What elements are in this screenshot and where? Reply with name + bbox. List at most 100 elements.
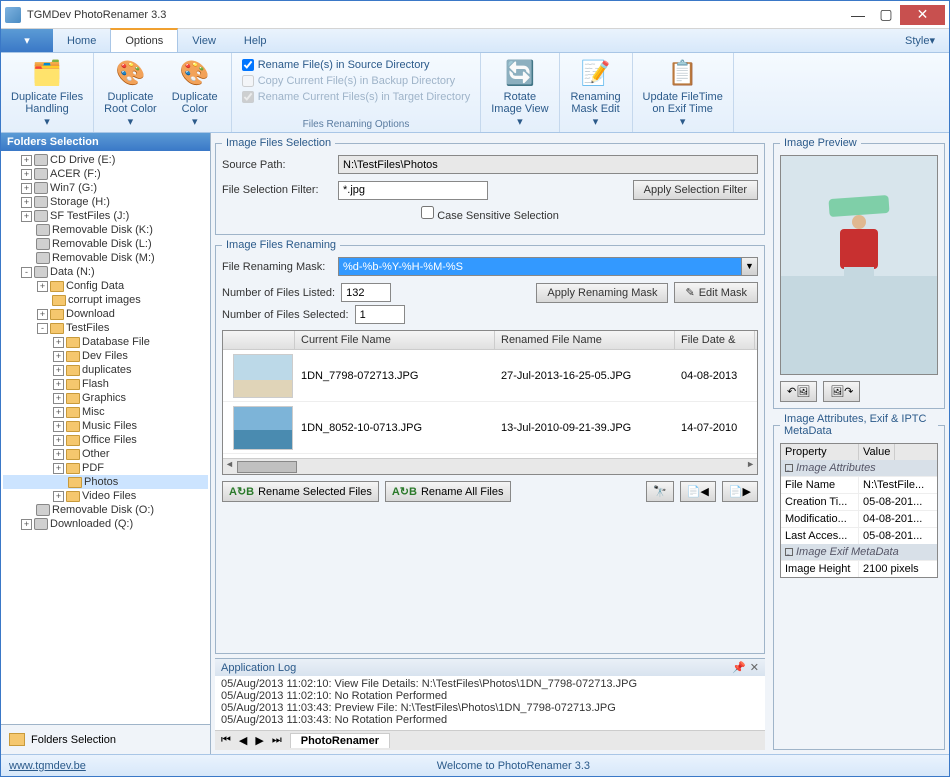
expand-icon[interactable]: + <box>53 393 64 404</box>
tree-node[interactable]: +Other <box>3 447 208 461</box>
tree-node[interactable]: -Data (N:) <box>3 265 208 279</box>
case-sensitive-checkbox[interactable]: Case Sensitive Selection <box>421 206 559 222</box>
source-path-input[interactable] <box>338 155 758 174</box>
tree-node[interactable]: +Database File <box>3 335 208 349</box>
tree-node[interactable]: corrupt images <box>3 293 208 307</box>
close-button[interactable]: ✕ <box>900 5 945 25</box>
tree-node[interactable]: +CD Drive (E:) <box>3 153 208 167</box>
folder-tree[interactable]: +CD Drive (E:)+ACER (F:)+Win7 (G:)+Stora… <box>1 151 210 724</box>
col-renamed-filename[interactable]: Renamed File Name <box>495 331 675 349</box>
expand-icon[interactable]: + <box>53 365 64 376</box>
log-next-button[interactable]: ▶ <box>255 734 263 747</box>
property-grid[interactable]: Property Value -Image Attributes File Na… <box>780 443 938 578</box>
tab-help[interactable]: Help <box>230 29 281 52</box>
tree-node[interactable]: +Downloaded (Q:) <box>3 517 208 531</box>
expand-icon[interactable]: + <box>53 421 64 432</box>
log-first-button[interactable]: ⏮ <box>221 734 231 747</box>
copy-backup-checkbox[interactable]: Copy Current File(s) in Backup Directory <box>242 75 471 87</box>
folders-selection-footer[interactable]: Folders Selection <box>1 724 210 754</box>
tab-home[interactable]: Home <box>53 29 110 52</box>
apply-renaming-mask-button[interactable]: Apply Renaming Mask <box>536 283 668 303</box>
expand-icon[interactable]: + <box>37 281 48 292</box>
tree-node[interactable]: +SF TestFiles (J:) <box>3 209 208 223</box>
log-tab[interactable]: PhotoRenamer <box>290 733 390 748</box>
property-row[interactable]: Image Height2100 pixels <box>781 560 937 577</box>
tree-node[interactable]: +ACER (F:) <box>3 167 208 181</box>
file-filter-input[interactable] <box>338 181 488 200</box>
style-dropdown[interactable]: Style ▾ <box>891 29 949 52</box>
renaming-mask-input[interactable] <box>338 257 742 276</box>
tree-node[interactable]: +Config Data <box>3 279 208 293</box>
tree-node[interactable]: +Office Files <box>3 433 208 447</box>
tree-node[interactable]: +Win7 (G:) <box>3 181 208 195</box>
tree-node[interactable]: -TestFiles <box>3 321 208 335</box>
expand-icon[interactable]: + <box>53 407 64 418</box>
file-list-grid[interactable]: Current File Name Renamed File Name File… <box>222 330 758 475</box>
expand-icon[interactable]: - <box>21 267 32 278</box>
expand-icon[interactable]: + <box>53 435 64 446</box>
duplicate-files-handling-button[interactable]: 🗂️ Duplicate Files Handling▾ <box>7 55 87 130</box>
tree-node[interactable]: +Dev Files <box>3 349 208 363</box>
expand-icon[interactable]: + <box>53 379 64 390</box>
file-row[interactable]: 1DN_8052-10-0713.JPG 13-Jul-2010-09-21-3… <box>223 402 757 454</box>
close-log-icon[interactable]: ✕ <box>750 661 759 674</box>
tree-node[interactable]: +Flash <box>3 377 208 391</box>
update-filetime-button[interactable]: 📋 Update FileTime on Exif Time▾ <box>639 55 727 130</box>
tree-node[interactable]: +Misc <box>3 405 208 419</box>
duplicate-color-button[interactable]: 🎨 Duplicate Color▾ <box>165 55 225 130</box>
expand-icon[interactable]: - <box>37 323 48 334</box>
log-text[interactable]: 05/Aug/2013 11:02:10: View File Details:… <box>215 676 765 730</box>
rename-in-source-checkbox[interactable]: Rename File(s) in Source Directory <box>242 59 471 71</box>
edit-mask-button[interactable]: ✎Edit Mask <box>674 282 758 303</box>
log-prev-button[interactable]: ◀ <box>239 734 247 747</box>
tree-node[interactable]: +Music Files <box>3 419 208 433</box>
expand-icon[interactable]: + <box>21 519 32 530</box>
tree-node[interactable]: +PDF <box>3 461 208 475</box>
col-current-filename[interactable]: Current File Name <box>295 331 495 349</box>
tree-node[interactable]: +Video Files <box>3 489 208 503</box>
tab-view[interactable]: View <box>178 29 230 52</box>
prop-category[interactable]: -Image Exif MetaData <box>781 544 937 560</box>
rotate-right-button[interactable]: 🖼↷ <box>823 381 860 402</box>
rotate-left-button[interactable]: ↶🖼 <box>780 381 817 402</box>
expand-icon[interactable]: + <box>21 197 32 208</box>
maximize-button[interactable]: ▢ <box>872 5 900 25</box>
tree-node[interactable]: Removable Disk (K:) <box>3 223 208 237</box>
expand-icon[interactable]: + <box>21 211 32 222</box>
rename-target-checkbox[interactable]: Rename Current Files(s) in Target Direct… <box>242 91 471 103</box>
file-row[interactable]: 1DN_7798-072713.JPG 27-Jul-2013-16-25-05… <box>223 350 757 402</box>
tree-node[interactable]: +Storage (H:) <box>3 195 208 209</box>
expand-icon[interactable]: + <box>21 183 32 194</box>
property-row[interactable]: Modificatio...04-08-201... <box>781 510 937 527</box>
search-button[interactable]: 🔭 <box>646 481 674 502</box>
tree-node[interactable]: Removable Disk (L:) <box>3 237 208 251</box>
prop-category[interactable]: -Image Attributes <box>781 460 937 476</box>
expand-icon[interactable]: + <box>53 463 64 474</box>
tree-node[interactable]: +Graphics <box>3 391 208 405</box>
renaming-mask-edit-button[interactable]: 📝 Renaming Mask Edit▾ <box>566 55 626 130</box>
col-file-date[interactable]: File Date & <box>675 331 755 349</box>
tree-node[interactable]: Removable Disk (O:) <box>3 503 208 517</box>
tree-node[interactable]: +duplicates <box>3 363 208 377</box>
tab-options[interactable]: Options <box>110 28 178 52</box>
app-menu-button[interactable]: ▾ <box>1 29 53 52</box>
log-last-button[interactable]: ⏭ <box>272 734 282 747</box>
rename-selected-files-button[interactable]: A↻BRename Selected Files <box>222 481 379 502</box>
expand-icon[interactable]: + <box>21 155 32 166</box>
pin-icon[interactable]: 📌 <box>732 661 746 674</box>
expand-icon[interactable]: + <box>53 337 64 348</box>
property-row[interactable]: File NameN:\TestFile... <box>781 476 937 493</box>
tree-node[interactable]: +Download <box>3 307 208 321</box>
tree-node[interactable]: Removable Disk (M:) <box>3 251 208 265</box>
property-row[interactable]: Last Acces...05-08-201... <box>781 527 937 544</box>
prev-file-button[interactable]: 📄◀ <box>680 481 716 502</box>
rename-all-files-button[interactable]: A↻BRename All Files <box>385 481 511 502</box>
property-row[interactable]: Creation Ti...05-08-201... <box>781 493 937 510</box>
expand-icon[interactable]: + <box>21 169 32 180</box>
rotate-image-view-button[interactable]: 🔄 Rotate Image View▾ <box>487 55 552 130</box>
minimize-button[interactable]: — <box>844 5 872 25</box>
expand-icon[interactable]: + <box>37 309 48 320</box>
next-file-button[interactable]: 📄▶ <box>722 481 758 502</box>
website-link[interactable]: www.tgmdev.be <box>9 760 86 772</box>
expand-icon[interactable]: + <box>53 491 64 502</box>
